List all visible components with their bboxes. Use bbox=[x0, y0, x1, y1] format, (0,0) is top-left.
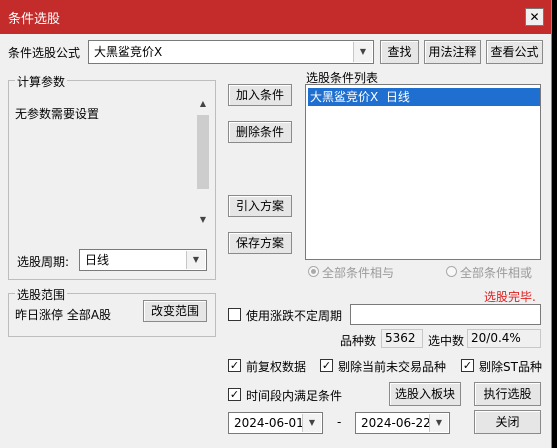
hit-label: 选中数 bbox=[428, 334, 465, 348]
find-button[interactable]: 查找 bbox=[380, 40, 419, 64]
view-formula-button[interactable]: 查看公式 bbox=[486, 40, 543, 64]
condition-list[interactable]: 大黑鲨竞价X 日线 bbox=[305, 84, 541, 260]
execute-button[interactable]: 执行选股 bbox=[474, 382, 541, 406]
scroll-down-icon[interactable]: ▼ bbox=[196, 213, 210, 227]
start-date-value: 2024-06-01 bbox=[234, 416, 304, 430]
stock-range-title: 选股范围 bbox=[15, 286, 68, 303]
window-title: 条件选股 bbox=[8, 12, 61, 27]
and-radio[interactable] bbox=[308, 266, 319, 277]
status-text: 选股完毕. bbox=[484, 290, 536, 304]
exclude-st-label: 剔除ST品种 bbox=[479, 360, 542, 374]
exclude-st-checkbox[interactable]: ✓ bbox=[461, 359, 474, 372]
params-text: 无参数需要设置 bbox=[15, 107, 100, 121]
calc-params-group: 计算参数 无参数需要设置 ▲ ▼ 选股周期: 日线 ▼ bbox=[8, 73, 216, 280]
and-label: 全部条件相与 bbox=[322, 266, 395, 280]
or-label: 全部条件相或 bbox=[460, 266, 533, 280]
uncertain-period-input[interactable] bbox=[350, 304, 541, 325]
chevron-down-icon[interactable]: ▼ bbox=[429, 414, 448, 432]
save-scheme-button[interactable]: 保存方案 bbox=[228, 232, 292, 254]
uncertain-period-checkbox[interactable] bbox=[228, 308, 241, 321]
stock-range-value: 昨日涨停 全部A股 bbox=[15, 308, 112, 322]
params-scrollbar[interactable]: ▲ ▼ bbox=[196, 97, 210, 227]
period-label: 选股周期: bbox=[17, 255, 70, 269]
close-icon[interactable]: ✕ bbox=[525, 8, 544, 26]
chevron-down-icon[interactable]: ▼ bbox=[353, 42, 372, 62]
formula-select[interactable]: 大黑鲨竞价X ▼ bbox=[88, 40, 374, 64]
end-date-picker[interactable]: 2024-06-22 ▼ bbox=[355, 412, 450, 434]
end-date-value: 2024-06-22 bbox=[361, 416, 431, 430]
delete-condition-button[interactable]: 删除条件 bbox=[228, 121, 292, 143]
count-value: 5362 bbox=[381, 329, 423, 348]
scroll-thumb[interactable] bbox=[197, 115, 209, 189]
calc-params-title: 计算参数 bbox=[15, 73, 68, 90]
background-chart-edge bbox=[552, 0, 557, 448]
exclude-untraded-checkbox[interactable]: ✓ bbox=[320, 359, 333, 372]
exclude-untraded-label: 剔除当前未交易品种 bbox=[338, 360, 447, 374]
usage-notes-button[interactable]: 用法注释 bbox=[424, 40, 481, 64]
uncertain-period-label: 使用涨跌不定周期 bbox=[246, 309, 343, 323]
period-select[interactable]: 日线 ▼ bbox=[79, 249, 207, 271]
to-block-button[interactable]: 选股入板块 bbox=[389, 382, 461, 406]
scroll-up-icon[interactable]: ▲ bbox=[196, 97, 210, 111]
time-range-checkbox[interactable]: ✓ bbox=[228, 388, 241, 401]
condition-stock-picker-window: 条件选股 ✕ 条件选股公式 大黑鲨竞价X ▼ 查找 用法注释 查看公式 计算参数… bbox=[0, 0, 552, 448]
import-scheme-button[interactable]: 引入方案 bbox=[228, 195, 292, 217]
period-value: 日线 bbox=[85, 253, 110, 267]
count-label: 品种数 bbox=[340, 334, 377, 348]
list-item[interactable]: 大黑鲨竞价X 日线 bbox=[308, 88, 540, 106]
close-button[interactable]: 关闭 bbox=[474, 410, 541, 434]
title-bar[interactable]: 条件选股 ✕ bbox=[0, 0, 551, 34]
hit-value: 20/0.4% bbox=[467, 329, 541, 348]
formula-label: 条件选股公式 bbox=[8, 46, 81, 60]
start-date-picker[interactable]: 2024-06-01 ▼ bbox=[228, 412, 323, 434]
chevron-down-icon[interactable]: ▼ bbox=[302, 414, 321, 432]
date-separator: - bbox=[337, 415, 342, 429]
formula-value: 大黑鲨竞价X bbox=[94, 45, 163, 59]
add-condition-button[interactable]: 加入条件 bbox=[228, 84, 292, 106]
prerights-label: 前复权数据 bbox=[246, 360, 307, 374]
time-range-label: 时间段内满足条件 bbox=[246, 389, 343, 403]
or-radio[interactable] bbox=[446, 266, 457, 277]
chevron-down-icon[interactable]: ▼ bbox=[186, 251, 205, 269]
prerights-checkbox[interactable]: ✓ bbox=[228, 359, 241, 372]
change-range-button[interactable]: 改变范围 bbox=[143, 300, 207, 322]
